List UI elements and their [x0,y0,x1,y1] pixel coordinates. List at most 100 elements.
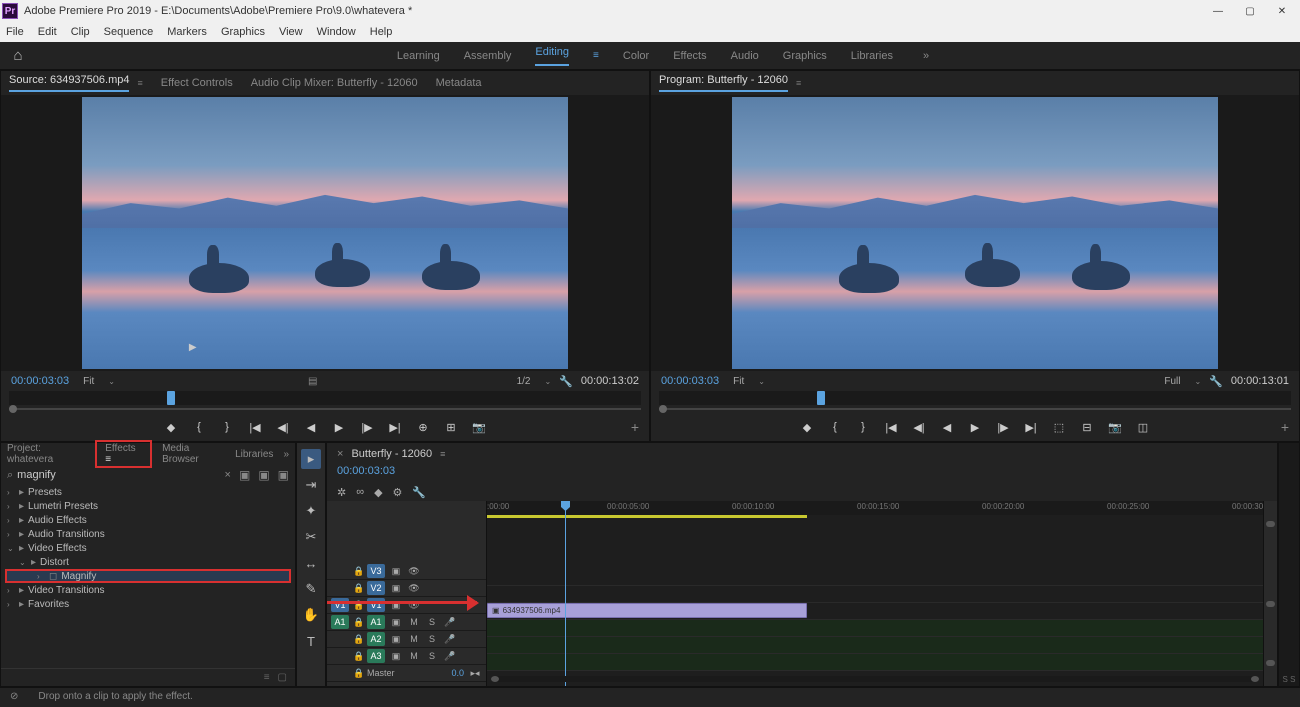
menu-file[interactable]: File [6,26,24,38]
wrench-icon[interactable]: 🔧 [559,375,573,388]
tab-program[interactable]: Program: Butterfly - 12060 [659,74,788,92]
marker-icon[interactable]: ◆ [163,421,179,434]
out-point-icon[interactable]: } [855,421,871,433]
source-fit-select[interactable]: Fit [77,375,100,388]
source-settings-icon[interactable]: ▤ [308,376,317,387]
track-header-v2[interactable]: 🔒V2▣👁 [327,580,486,597]
menu-sequence[interactable]: Sequence [104,26,154,38]
program-timecode-in[interactable]: 00:00:03:03 [661,375,719,387]
in-point-icon[interactable]: { [191,421,207,433]
export-frame-icon[interactable]: 📷 [471,421,487,434]
play-icon[interactable]: ▶ [967,421,983,434]
type-tool[interactable]: T [301,631,321,651]
tab-effect-controls[interactable]: Effect Controls [161,77,233,89]
ws-color[interactable]: Color [623,50,649,62]
sequence-name[interactable]: Butterfly - 12060 [351,448,432,460]
track-select-tool[interactable]: ⇥ [301,475,321,495]
go-out-icon[interactable]: ▶| [387,421,403,434]
menu-edit[interactable]: Edit [38,26,57,38]
selection-tool[interactable]: ▸ [301,449,321,469]
track-header-a2[interactable]: 🔒A2▣MS🎤 [327,631,486,648]
menu-window[interactable]: Window [317,26,356,38]
tab-media-browser[interactable]: Media Browser [162,443,225,465]
add-button-icon[interactable]: + [631,419,639,435]
timeline-h-scrollbar[interactable] [491,676,1259,682]
menu-help[interactable]: Help [370,26,393,38]
preset-icon-2[interactable]: ▣ [258,468,269,482]
linked-selection-icon[interactable]: ∞ [356,486,364,498]
list-view-icon[interactable]: ≡ [264,672,270,683]
compare-icon[interactable]: ◫ [1135,421,1151,434]
settings-icon[interactable]: ⚙ [393,486,403,499]
wrench-icon[interactable]: 🔧 [1209,375,1223,388]
menu-view[interactable]: View [279,26,303,38]
close-button[interactable]: ✕ [1266,1,1298,21]
extract-icon[interactable]: ⊟ [1079,421,1095,434]
tab-program-menu[interactable]: ≡ [796,78,801,88]
track-header-master[interactable]: 🔒Master0.0▸◂ [327,665,486,682]
tab-project[interactable]: Project: whatevera [7,443,85,465]
step-fwd-icon[interactable]: |▶ [359,421,375,434]
step-fwd-icon[interactable]: |▶ [995,421,1011,434]
home-button[interactable]: ⌂ [0,42,36,70]
slip-tool[interactable]: ↔ [301,553,321,573]
go-in-icon[interactable]: |◀ [247,421,263,434]
menu-graphics[interactable]: Graphics [221,26,265,38]
preset-icon-1[interactable]: ▣ [239,468,250,482]
source-scrubber[interactable] [9,391,641,405]
menu-clip[interactable]: Clip [71,26,90,38]
ws-graphics[interactable]: Graphics [783,50,827,62]
ws-effects[interactable]: Effects [673,50,706,62]
track-header-v3[interactable]: 🔒V3▣👁 [327,563,486,580]
tree-item-video-effects[interactable]: ⌄▸Video Effects [1,541,295,555]
tree-item-lumetri-presets[interactable]: ›▸Lumetri Presets [1,499,295,513]
ripple-edit-tool[interactable]: ✦ [301,501,321,521]
source-zoom-select[interactable]: 1/2 [511,375,537,388]
play-backward-icon[interactable]: ◀ [939,421,955,434]
ws-overflow-button[interactable]: » [923,50,929,62]
timeline-clip[interactable]: ▣634937506.mp4 [487,603,807,618]
tab-effects[interactable]: Effects ≡ [95,440,152,468]
panel-overflow-icon[interactable]: » [283,449,289,460]
track-header-v1[interactable]: V1🔒V1▣👁 [327,597,486,614]
insert-icon[interactable]: ⊕ [415,421,431,434]
tree-item-magnify[interactable]: ›◻Magnify [5,569,291,583]
play-icon[interactable]: ▶ [331,421,347,434]
out-point-icon[interactable]: } [219,421,235,433]
export-frame-icon[interactable]: 📷 [1107,421,1123,434]
ws-assembly[interactable]: Assembly [464,50,512,62]
tree-item-audio-effects[interactable]: ›▸Audio Effects [1,513,295,527]
minimize-button[interactable]: — [1202,1,1234,21]
tab-source[interactable]: Source: 634937506.mp4 [9,74,129,92]
source-preview[interactable]: ▶ [1,95,649,371]
timeline-v-scroll[interactable] [1263,501,1277,686]
go-out-icon[interactable]: ▶| [1023,421,1039,434]
timeline-playhead[interactable] [565,501,566,686]
lift-icon[interactable]: ⬚ [1051,421,1067,434]
ws-editing[interactable]: Editing [535,46,569,66]
program-preview[interactable] [651,95,1299,371]
snap-icon[interactable]: ✲ [337,486,346,499]
source-timecode-in[interactable]: 00:00:03:03 [11,375,69,387]
overwrite-icon[interactable]: ⊞ [443,421,459,434]
tree-item-favorites[interactable]: ›▸Favorites [1,597,295,611]
search-input[interactable] [17,469,220,481]
ws-audio[interactable]: Audio [731,50,759,62]
tree-item-audio-transitions[interactable]: ›▸Audio Transitions [1,527,295,541]
preset-icon-3[interactable]: ▣ [278,468,289,482]
program-fit-select[interactable]: Fit [727,375,750,388]
in-point-icon[interactable]: { [827,421,843,433]
tab-libraries[interactable]: Libraries [235,449,273,460]
track-header-a3[interactable]: 🔒A3▣MS🎤 [327,648,486,665]
track-header-a1[interactable]: A1🔒A1▣MS🎤 [327,614,486,631]
tree-item-presets[interactable]: ›▸Presets [1,485,295,499]
program-scrubber[interactable] [659,391,1291,405]
ws-learning[interactable]: Learning [397,50,440,62]
tab-audio-mixer[interactable]: Audio Clip Mixer: Butterfly - 12060 [251,77,418,89]
step-back-icon[interactable]: ◀| [911,421,927,434]
marker-icon[interactable]: ◆ [799,421,815,434]
step-back-icon[interactable]: ◀| [275,421,291,434]
timeline-timecode[interactable]: 00:00:03:03 [337,465,395,477]
tree-item-video-transitions[interactable]: ›▸Video Transitions [1,583,295,597]
tab-metadata[interactable]: Metadata [436,77,482,89]
